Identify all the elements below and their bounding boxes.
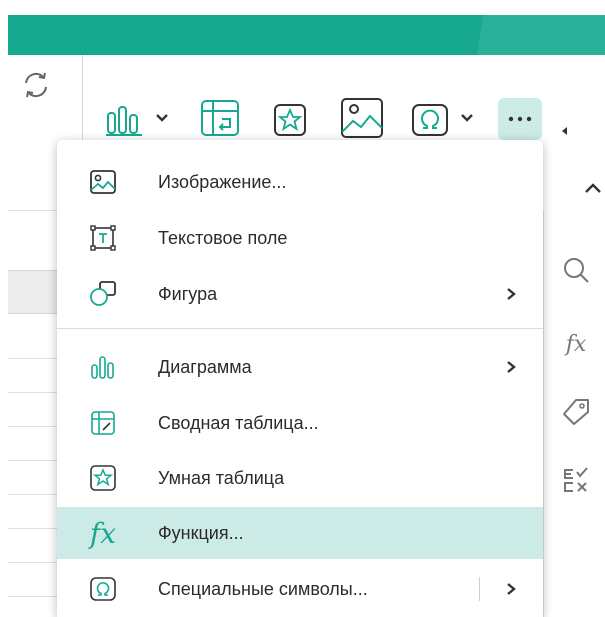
grid-line	[8, 528, 58, 529]
menu-item-label: Текстовое поле	[158, 227, 288, 248]
search-rail-button[interactable]	[558, 252, 594, 288]
menu-item-shape[interactable]: Фигура	[57, 268, 543, 320]
menu-item-label: Диаграмма	[158, 356, 252, 377]
chart-icon	[106, 106, 142, 136]
menu-item-text-box[interactable]: Текстовое поле	[57, 212, 543, 264]
function-icon: fx	[565, 331, 587, 357]
refresh-icon[interactable]	[20, 69, 52, 101]
menu-item-label: Функция...	[158, 522, 244, 543]
submenu-divider	[479, 577, 480, 601]
function-rail-button[interactable]: fx	[558, 326, 594, 362]
function-icon-glyph: fx	[89, 516, 117, 550]
more-icon	[508, 116, 532, 122]
pivot-table-icon	[201, 100, 239, 136]
chart-dropdown-icon[interactable]	[155, 113, 169, 123]
menu-item-smart-table[interactable]: Умная таблица	[57, 452, 543, 504]
chevron-right-icon	[507, 288, 516, 300]
app-top-bar	[8, 15, 605, 55]
smart-table-button[interactable]	[270, 100, 310, 140]
pivot-table-icon	[87, 407, 119, 439]
menu-item-image[interactable]: Изображение...	[57, 156, 543, 208]
menu-item-label: Сводная таблица...	[158, 412, 319, 433]
right-sidebar: fx	[543, 210, 605, 617]
menu-item-pivot-table[interactable]: Сводная таблица...	[57, 397, 543, 449]
tag-rail-button[interactable]	[558, 394, 594, 430]
grid-line	[8, 460, 58, 461]
menu-item-chart[interactable]: Диаграмма	[57, 341, 543, 393]
grid-line	[8, 562, 58, 563]
menu-divider	[57, 328, 543, 329]
function-icon: fx	[87, 516, 119, 550]
tag-icon	[563, 399, 589, 425]
chart-icon	[87, 351, 119, 383]
checklist-icon	[564, 467, 588, 492]
pivot-table-button[interactable]	[196, 96, 244, 140]
omega-icon	[87, 573, 119, 605]
symbols-dropdown-icon[interactable]	[460, 113, 474, 123]
insert-image-button[interactable]	[338, 96, 386, 140]
menu-item-special-symbols[interactable]: Специальные символы...	[57, 563, 543, 615]
shape-icon	[87, 278, 119, 310]
special-symbols-button[interactable]	[408, 100, 452, 140]
grid-line	[8, 392, 58, 393]
search-icon	[564, 258, 589, 283]
grid-line	[8, 596, 58, 597]
image-icon	[87, 166, 119, 198]
more-button[interactable]	[498, 98, 542, 140]
menu-item-label: Изображение...	[158, 171, 287, 192]
menu-item-label: Умная таблица	[158, 467, 285, 488]
chevron-right-icon[interactable]	[503, 581, 519, 597]
chart-button[interactable]	[100, 96, 148, 138]
grid-line	[8, 210, 58, 211]
column-header-row	[8, 270, 58, 314]
top-bar-accent	[405, 15, 605, 55]
omega-icon	[412, 104, 448, 136]
checklist-rail-button[interactable]	[558, 462, 594, 498]
chevron-right-icon	[507, 361, 516, 373]
sheet-grid	[8, 210, 58, 617]
chevron-up-icon[interactable]	[583, 180, 603, 196]
grid-line	[8, 494, 58, 495]
menu-item-label: Специальные символы...	[158, 578, 368, 599]
smart-table-icon	[274, 104, 306, 136]
toolbar-scroll-left-icon[interactable]	[560, 126, 568, 136]
menu-item-label: Фигура	[158, 283, 218, 304]
smart-table-icon	[87, 462, 119, 494]
grid-line	[8, 426, 58, 427]
insert-menu: Изображение... Текстовое поле Фигура Диа…	[57, 140, 543, 617]
menu-item-function[interactable]: fx Функция...	[57, 507, 543, 559]
image-icon	[341, 98, 383, 138]
grid-line	[8, 358, 58, 359]
text-box-icon	[87, 222, 119, 254]
